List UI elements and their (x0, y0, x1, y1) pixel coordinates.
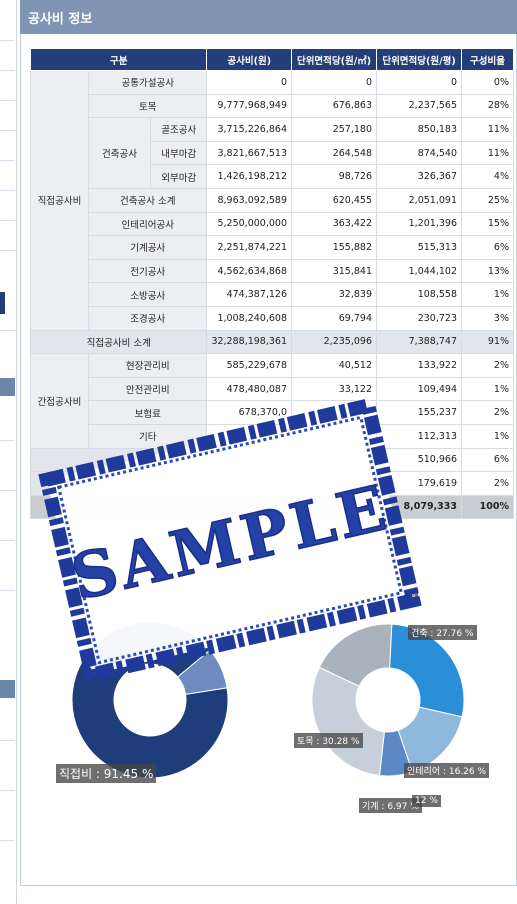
chart2-label-interior: 인테리어 : 16.26 % (404, 763, 490, 778)
page-root: { "header": {"title": "공사비 정보"}, "table"… (0, 0, 517, 904)
chart2-slice-토목 (311, 666, 385, 777)
chart2-label-small2: 12 % (412, 795, 441, 807)
chart2-label-building: 건축 : 27.76 % (408, 625, 477, 640)
chart1-label: 직접비 : 91.45 % (56, 764, 157, 783)
chart2-label-civil: 토목 : 30.28 % (294, 733, 363, 748)
